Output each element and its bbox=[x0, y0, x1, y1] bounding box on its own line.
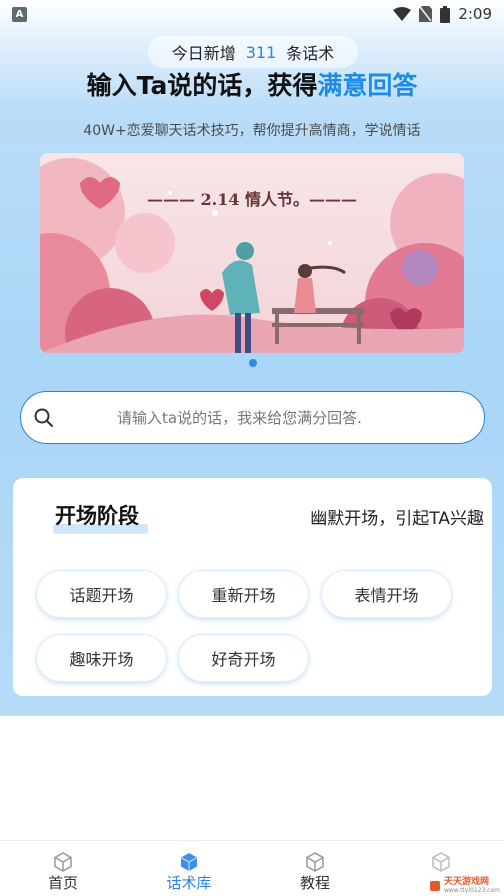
app-notification-icon: A bbox=[12, 6, 27, 22]
carousel-indicator-dot[interactable] bbox=[249, 359, 257, 367]
chip-emoji-opening[interactable]: 表情开场 bbox=[322, 571, 451, 617]
chip-topic-opening[interactable]: 话题开场 bbox=[37, 571, 166, 617]
cube-icon bbox=[432, 852, 450, 872]
daily-counter-pill: 今日新增 311 条话术 bbox=[148, 36, 358, 68]
counter-suffix: 条话术 bbox=[286, 44, 335, 63]
counter-number: 311 bbox=[245, 42, 277, 62]
stage-card: 开场阶段 幽默开场，引起TA兴趣 话题开场 重新开场 表情开场 趣味开场 好奇开… bbox=[13, 478, 492, 696]
valentines-banner[interactable]: ——— 2.14 情人节。——— bbox=[40, 153, 464, 353]
tab-tutorial[interactable]: 教程 bbox=[252, 841, 378, 896]
search-bar[interactable] bbox=[20, 391, 485, 444]
cube-icon bbox=[180, 853, 198, 871]
search-icon bbox=[34, 408, 53, 427]
stage-title: 开场阶段 bbox=[55, 504, 139, 528]
watermark-url: www.ttyl0123.com bbox=[444, 887, 500, 894]
cube-icon bbox=[306, 852, 324, 872]
subheadline: 40W+恋爱聊天话术技巧，帮你提升高情商，学说情话 bbox=[83, 123, 421, 139]
headline-main: 输入Ta说的话，获得 bbox=[86, 71, 318, 100]
watermark-logo-icon bbox=[430, 880, 440, 891]
counter-prefix: 今日新增 bbox=[171, 44, 236, 63]
tab-home-label: 首页 bbox=[47, 874, 78, 892]
no-sim-icon bbox=[419, 6, 433, 22]
chip-curious-opening[interactable]: 好奇开场 bbox=[179, 635, 308, 681]
watermark-text: 天天游戏网 bbox=[444, 877, 490, 887]
tab-script-library[interactable]: 话术库 bbox=[126, 841, 252, 896]
status-time: 2:09 bbox=[458, 5, 492, 23]
watermark: 天天游戏网 www.ttyl0123.com bbox=[429, 877, 500, 894]
cube-icon bbox=[54, 852, 72, 872]
tab-tutorial-label: 教程 bbox=[299, 874, 330, 892]
chip-restart-opening[interactable]: 重新开场 bbox=[179, 571, 308, 617]
banner-title: ——— 2.14 情人节。——— bbox=[146, 190, 358, 209]
banner-illustration bbox=[40, 153, 464, 353]
status-bar: A 2:09 bbox=[0, 0, 504, 28]
headline-highlight: 满意回答 bbox=[317, 71, 418, 100]
tab-script-library-label: 话术库 bbox=[166, 874, 212, 892]
battery-icon bbox=[440, 5, 451, 23]
wifi-icon bbox=[393, 7, 412, 21]
search-input[interactable] bbox=[21, 392, 484, 443]
tab-home[interactable]: 首页 bbox=[0, 841, 126, 896]
headline: 输入Ta说的话，获得满意回答 bbox=[0, 66, 504, 102]
stage-description: 幽默开场，引起TA兴趣 bbox=[310, 509, 484, 529]
chip-fun-opening[interactable]: 趣味开场 bbox=[37, 635, 166, 681]
